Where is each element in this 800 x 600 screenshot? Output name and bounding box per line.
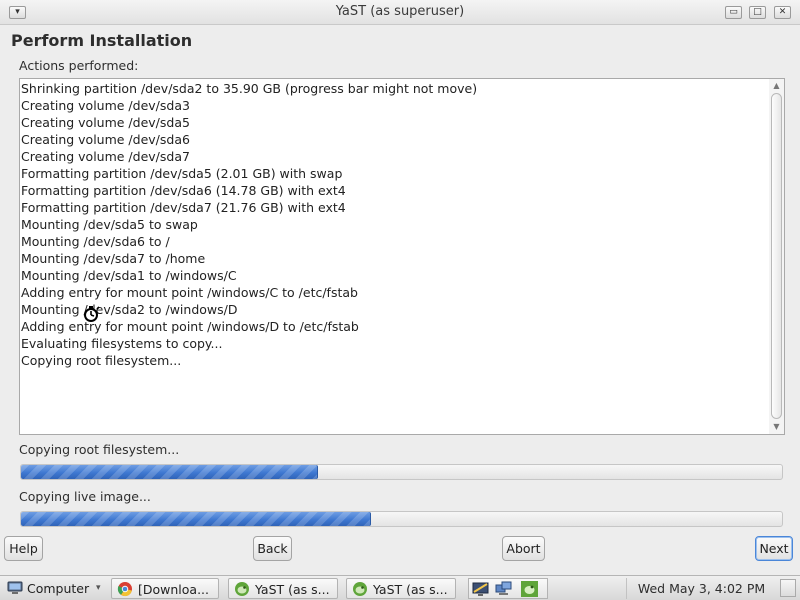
task-browser[interactable]: [Downloa... [111, 578, 219, 599]
log-line: Adding entry for mount point /windows/D … [21, 319, 359, 334]
task-yast-1[interactable]: YaST (as s... [228, 578, 338, 599]
progress-image-bar [20, 511, 783, 527]
log-line: Creating volume /dev/sda7 [21, 149, 190, 164]
help-button[interactable]: Help [4, 536, 43, 561]
monitor-settings-icon[interactable] [472, 581, 489, 597]
log-line: Shrinking partition /dev/sda2 to 35.90 G… [21, 81, 478, 96]
log-line: Formatting partition /dev/sda6 (14.78 GB… [21, 183, 346, 198]
progress-root-label: Copying root filesystem... [19, 442, 180, 457]
start-menu-button[interactable]: Computer ▾ [3, 578, 108, 599]
start-menu-label: Computer [27, 581, 90, 596]
taskbar: Computer ▾ [Downloa... YaST (as s... YaS… [0, 575, 800, 600]
chrome-icon [117, 582, 132, 597]
clock[interactable]: Wed May 3, 4:02 PM [626, 578, 776, 599]
log-line: Mounting /dev/sda6 to / [21, 234, 170, 249]
log-line: Creating volume /dev/sda5 [21, 115, 190, 130]
task-yast-2[interactable]: YaST (as s... [346, 578, 456, 599]
show-desktop-button[interactable] [780, 579, 796, 597]
progress-image-label: Copying live image... [19, 489, 151, 504]
back-button[interactable]: Back [253, 536, 292, 561]
progress-root-bar [20, 464, 783, 480]
actions-log[interactable]: Shrinking partition /dev/sda2 to 35.90 G… [19, 78, 785, 435]
log-line: Copying root filesystem... [21, 353, 182, 368]
log-line: Formatting partition /dev/sda5 (2.01 GB)… [21, 166, 343, 181]
log-line: Mounting /dev/sda7 to /home [21, 251, 206, 266]
network-icon[interactable] [495, 581, 512, 597]
yast-tray-icon[interactable] [521, 581, 538, 597]
computer-icon [7, 581, 23, 594]
log-line: Formatting partition /dev/sda7 (21.76 GB… [21, 200, 346, 215]
page-title: Perform Installation [11, 31, 193, 50]
window-titlebar[interactable]: ▾ YaST (as superuser) ▭ □ ✕ [0, 0, 800, 25]
close-button[interactable]: ✕ [774, 6, 791, 19]
log-lines: Shrinking partition /dev/sda2 to 35.90 G… [21, 80, 768, 369]
log-line: Mounting /dev/sda1 to /windows/C [21, 268, 237, 283]
next-button[interactable]: Next [755, 536, 793, 561]
busy-cursor-icon [84, 306, 100, 322]
progress-image-fill [21, 512, 372, 526]
log-line: Mounting /dev/sda5 to swap [21, 217, 198, 232]
yast-icon [235, 582, 249, 596]
chevron-down-icon: ▾ [96, 583, 101, 593]
task-label: [Downloa... [138, 582, 209, 597]
actions-label: Actions performed: [19, 58, 139, 73]
task-label: YaST (as s... [255, 582, 330, 597]
abort-button[interactable]: Abort [502, 536, 545, 561]
log-line: Mounting /dev/sda2 to /windows/D [21, 302, 238, 317]
log-line: Creating volume /dev/sda3 [21, 98, 190, 113]
progress-root-fill [21, 465, 318, 479]
log-line: Creating volume /dev/sda6 [21, 132, 190, 147]
system-tray [468, 578, 548, 599]
log-scrollbar[interactable]: ▲ ▼ [769, 79, 784, 434]
yast-icon [353, 582, 367, 596]
window-title: YaST (as superuser) [335, 4, 465, 19]
log-line: Adding entry for mount point /windows/C … [21, 285, 358, 300]
scroll-down-icon[interactable]: ▼ [769, 421, 784, 433]
task-label: YaST (as s... [373, 582, 448, 597]
minimize-button[interactable]: ▭ [725, 6, 742, 19]
scroll-up-icon[interactable]: ▲ [769, 80, 784, 92]
maximize-button[interactable]: □ [749, 6, 766, 19]
log-line: Evaluating filesystems to copy... [21, 336, 223, 351]
scrollbar-thumb[interactable] [771, 93, 782, 419]
